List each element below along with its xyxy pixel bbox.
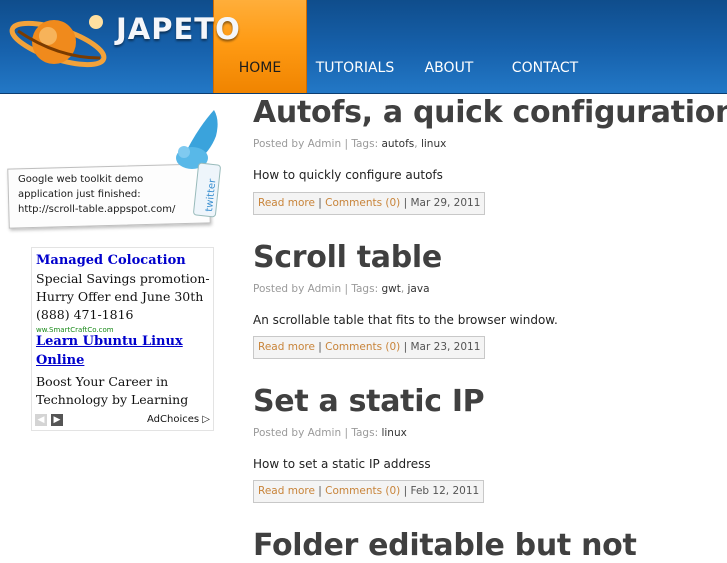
post-date: Feb 12, 2011 xyxy=(410,485,480,497)
adchoices-label: AdChoices xyxy=(147,414,200,425)
post-footer: Read more | Comments (0) | Mar 23, 2011 xyxy=(253,336,486,359)
nav-contact[interactable]: CONTACT xyxy=(500,0,590,93)
post-meta: Posted by Admin | Tags: linux xyxy=(253,427,407,439)
ad-next-icon[interactable]: ▶ xyxy=(51,414,63,426)
post-tag[interactable]: gwt xyxy=(381,283,400,295)
post-title[interactable]: Set a static IP xyxy=(253,384,485,419)
ad-title[interactable]: Managed Colocation xyxy=(36,251,186,270)
comments-link[interactable]: Comments (0) xyxy=(325,197,400,209)
post-date: Mar 23, 2011 xyxy=(410,341,481,353)
post-meta-prefix: Posted by Admin | Tags: xyxy=(253,283,382,295)
ad-body: Boost Your Career in Technology by Learn… xyxy=(36,374,189,407)
post-meta: Posted by Admin | Tags: autofs, linux xyxy=(253,138,447,150)
post-tag[interactable]: autofs xyxy=(381,138,414,150)
nav-about[interactable]: ABOUT xyxy=(413,0,485,93)
post-excerpt: How to quickly configure autofs xyxy=(253,168,443,182)
ad-box: Managed Colocation Special Savings promo… xyxy=(31,247,214,431)
read-more-link[interactable]: Read more xyxy=(258,485,315,497)
nav-tutorials[interactable]: TUTORIALS xyxy=(307,0,403,93)
comments-link[interactable]: Comments (0) xyxy=(325,485,400,497)
twitter-status[interactable]: Google web toolkit demo application just… xyxy=(18,172,188,217)
post-title[interactable]: Scroll table xyxy=(253,240,442,275)
post-title[interactable]: Autofs, a quick configuration xyxy=(253,95,727,130)
site-header: JAPETO HOME TUTORIALS ABOUT CONTACT xyxy=(0,0,727,94)
post-footer: Read more | Comments (0) | Feb 12, 2011 xyxy=(253,480,485,503)
post-meta: Posted by Admin | Tags: gwt, java xyxy=(253,283,430,295)
twitter-line: http://scroll-table.appspot.com/ xyxy=(18,204,176,215)
post-meta-prefix: Posted by Admin | Tags: xyxy=(253,427,382,439)
ad-body: Special Savings promotion-Hurry Offer en… xyxy=(36,271,210,322)
post-date: Mar 29, 2011 xyxy=(410,197,481,209)
twitter-line: application just finished: xyxy=(18,189,141,200)
twitter-line: Google web toolkit demo xyxy=(18,174,144,185)
post-tag[interactable]: linux xyxy=(421,138,446,150)
read-more-link[interactable]: Read more xyxy=(258,341,315,353)
read-more-link[interactable]: Read more xyxy=(258,197,315,209)
planet-logo-icon[interactable] xyxy=(8,6,112,78)
post-footer: Read more | Comments (0) | Mar 29, 2011 xyxy=(253,192,486,215)
adchoices-link[interactable]: AdChoices ▷ xyxy=(147,414,210,425)
post-meta-prefix: Posted by Admin | Tags: xyxy=(253,138,382,150)
site-title[interactable]: JAPETO xyxy=(116,12,241,46)
post-tag[interactable]: java xyxy=(408,283,430,295)
adchoices-icon: ▷ xyxy=(202,414,210,425)
post-title[interactable]: Folder editable but not xyxy=(253,528,637,563)
post-excerpt: An scrollable table that fits to the bro… xyxy=(253,313,558,327)
ad-title[interactable]: Learn Ubuntu Linux Online xyxy=(36,332,210,370)
comments-link[interactable]: Comments (0) xyxy=(325,341,400,353)
post-tag[interactable]: linux xyxy=(381,427,406,439)
post-excerpt: How to set a static IP address xyxy=(253,457,431,471)
ad-prev-icon[interactable]: ◀ xyxy=(35,414,47,426)
